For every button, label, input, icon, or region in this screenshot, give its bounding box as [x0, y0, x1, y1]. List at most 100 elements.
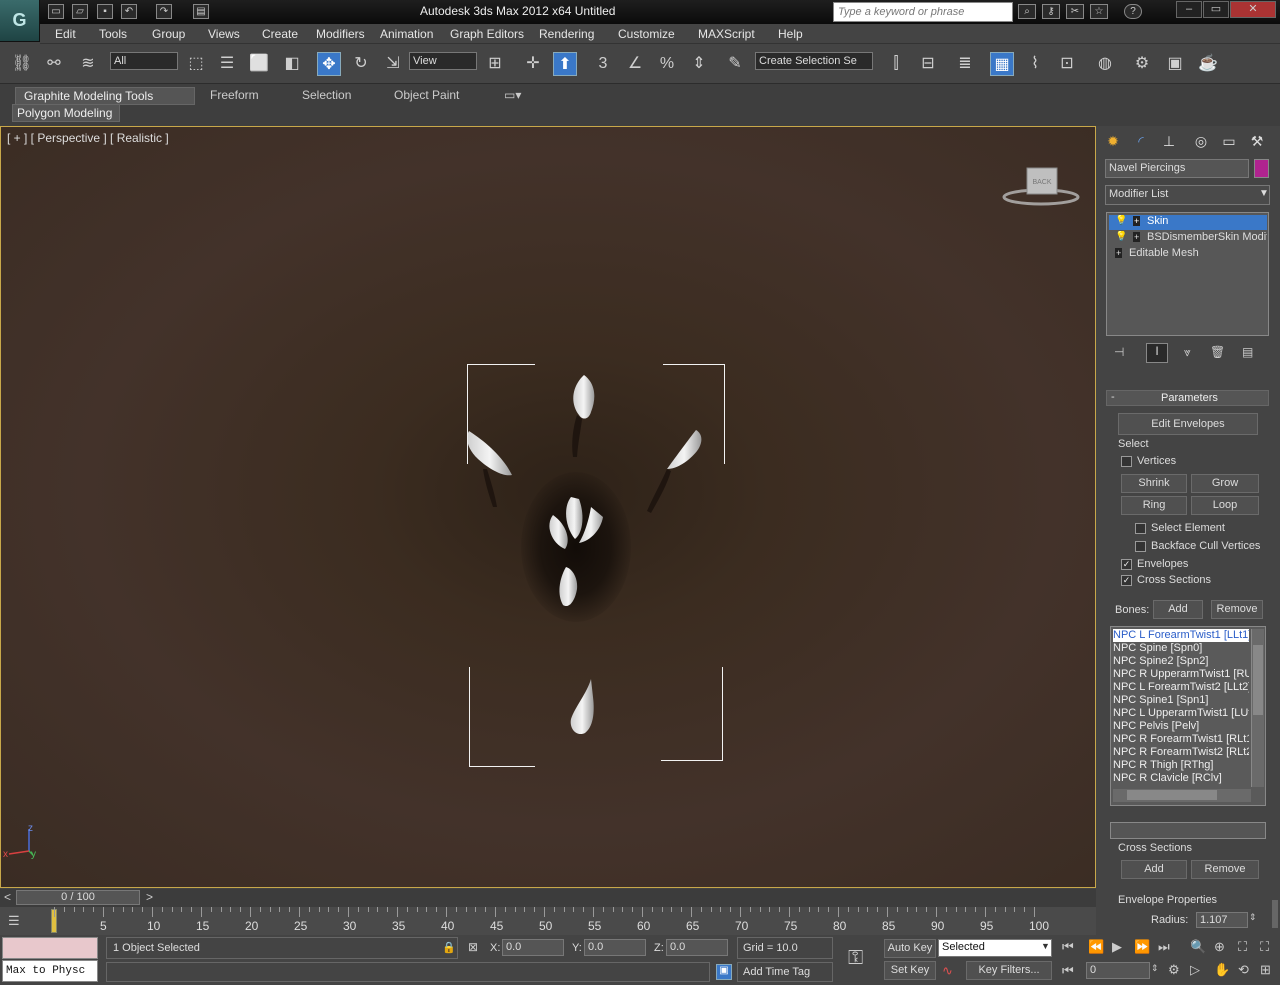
angle-snap-icon[interactable]: ∠	[623, 52, 647, 76]
percent-snap-icon[interactable]: %	[655, 52, 679, 76]
modify-tab-icon[interactable]: ◜	[1130, 130, 1152, 152]
next-frame-icon[interactable]: ⏩	[1134, 939, 1150, 955]
time-configuration-icon[interactable]: ⚙	[1168, 962, 1180, 978]
object-name-field[interactable]: Navel Piercings	[1105, 159, 1249, 178]
link-icon[interactable]: ⛓	[10, 52, 34, 76]
object-color-swatch[interactable]	[1254, 159, 1269, 178]
set-key-button[interactable]: Set Key	[884, 961, 936, 980]
manipulate-icon[interactable]: ✛	[521, 52, 545, 76]
z-coordinate-field[interactable]: 0.0	[666, 939, 728, 956]
bone-item[interactable]: NPC Pelvis [Pelv]	[1113, 720, 1249, 733]
graphite-toggle-icon[interactable]: ▦	[990, 52, 1014, 76]
x-coordinate-field[interactable]: 0.0	[502, 939, 564, 956]
key-filters-button[interactable]: Key Filters...	[966, 961, 1052, 980]
bone-item[interactable]: NPC R UpperarmTwist1 [RUt1]	[1113, 668, 1249, 681]
menu-graph-editors[interactable]: Graph Editors	[450, 27, 524, 41]
render-production-icon[interactable]: ☕	[1196, 52, 1220, 76]
key-mode-dropdown[interactable]: Selected	[938, 939, 1052, 957]
cross-section-field[interactable]	[1110, 822, 1266, 839]
parameters-rollout-header[interactable]: - Parameters	[1106, 390, 1269, 406]
bone-item[interactable]: NPC L ForearmTwist2 [LLt2]	[1113, 681, 1249, 694]
cross-section-remove-button[interactable]: Remove	[1191, 860, 1259, 879]
favorites-icon[interactable]: ☆	[1090, 4, 1108, 19]
backface-cull-checkbox[interactable]	[1135, 541, 1146, 552]
select-element-checkbox[interactable]	[1135, 523, 1146, 534]
go-to-end-icon[interactable]: ⏭	[1158, 939, 1170, 955]
chevron-down-icon[interactable]: ▼	[1259, 188, 1269, 199]
modifier-stack[interactable]: 💡 + Skin 💡 + BSDismemberSkin Modifier + …	[1106, 212, 1269, 336]
ring-button[interactable]: Ring	[1121, 496, 1187, 515]
selection-filter-dropdown[interactable]: All	[110, 52, 178, 70]
track-bar[interactable]: ☰ 5 10 15 20 25 30 35 40 45 50 55 60 65 …	[0, 907, 1096, 935]
save-icon[interactable]: ▪	[97, 4, 113, 19]
go-to-start-icon[interactable]: ⏮	[1062, 939, 1074, 955]
modifier-list-dropdown[interactable]: Modifier List	[1105, 185, 1270, 205]
bone-item[interactable]: NPC Spine [Spn0]	[1113, 642, 1249, 655]
perspective-viewport[interactable]: [ + ] [ Perspective ] [ Realistic ] BACK	[0, 126, 1096, 888]
layer-manager-icon[interactable]: ≣	[953, 52, 977, 76]
menu-modifiers[interactable]: Modifiers	[316, 27, 365, 41]
add-bone-button[interactable]: Add	[1153, 600, 1203, 619]
communication-icon[interactable]: ✂	[1066, 4, 1084, 19]
scrollbar-thumb[interactable]	[1253, 645, 1263, 715]
expand-icon[interactable]: +	[1133, 232, 1141, 242]
show-end-result-icon[interactable]: I	[1146, 343, 1168, 363]
select-by-name-icon[interactable]: ☰	[215, 52, 239, 76]
absolute-mode-icon[interactable]: ⊠	[468, 940, 478, 954]
zoom-icon[interactable]: 🔍	[1190, 939, 1206, 955]
new-icon[interactable]: ▭	[48, 4, 64, 19]
bone-item[interactable]: NPC Spine1 [Spn1]	[1113, 694, 1249, 707]
remove-bone-button[interactable]: Remove	[1211, 600, 1263, 619]
close-button[interactable]: ✕	[1230, 1, 1276, 18]
menu-customize[interactable]: Customize	[618, 27, 675, 41]
create-tab-icon[interactable]: ✹	[1102, 130, 1124, 152]
key-icon[interactable]: ⚿	[848, 947, 863, 970]
menu-rendering[interactable]: Rendering	[539, 27, 594, 41]
next-frame-icon[interactable]: >	[146, 890, 153, 904]
configure-modifier-sets-icon[interactable]: ▤	[1242, 345, 1262, 359]
previous-frame-icon[interactable]: ⏪	[1088, 939, 1104, 955]
loop-button[interactable]: Loop	[1191, 496, 1259, 515]
render-setup-icon[interactable]: ⚙	[1130, 52, 1154, 76]
tab-selection[interactable]: Selection	[294, 87, 359, 105]
bone-item[interactable]: NPC L ForearmTwist1 [LLt1]	[1113, 629, 1249, 642]
lock-selection-icon[interactable]: 🔒	[442, 941, 456, 954]
scrollbar-thumb[interactable]	[1127, 790, 1217, 800]
menu-group[interactable]: Group	[152, 27, 185, 41]
menu-edit[interactable]: Edit	[55, 27, 76, 41]
select-object-icon[interactable]: ⬚	[184, 52, 208, 76]
play-icon[interactable]: ▶	[1112, 939, 1122, 955]
lightbulb-icon[interactable]: 💡	[1115, 215, 1127, 226]
menu-tools[interactable]: Tools	[99, 27, 127, 41]
window-crossing-icon[interactable]: ◧	[280, 52, 304, 76]
time-slider-thumb[interactable]: 0 / 100	[16, 890, 140, 905]
spinner-snap-icon[interactable]: ⇕	[687, 52, 711, 76]
field-of-view-icon[interactable]: ▷	[1190, 962, 1200, 978]
time-slider[interactable]: < 0 / 100 >	[0, 889, 1096, 907]
bone-item[interactable]: NPC Spine2 [Spn2]	[1113, 655, 1249, 668]
maxscript-listener-pink[interactable]	[2, 937, 98, 959]
open-icon[interactable]: ▱	[72, 4, 88, 19]
utilities-tab-icon[interactable]: ⚒	[1246, 130, 1268, 152]
grow-button[interactable]: Grow	[1191, 474, 1259, 493]
maximize-viewport-icon[interactable]: ⊞	[1260, 962, 1271, 978]
maxscript-listener-input[interactable]: Max to Physc	[2, 960, 98, 982]
curve-editor-icon[interactable]: ⌇	[1023, 52, 1047, 76]
project-folder-icon[interactable]: ▤	[193, 4, 209, 19]
vertices-checkbox[interactable]	[1121, 456, 1132, 467]
remove-modifier-icon[interactable]: 🗑	[1210, 345, 1230, 359]
menu-help[interactable]: Help	[778, 27, 803, 41]
stack-item-bsdismemberskin[interactable]: 💡 + BSDismemberSkin Modifier	[1109, 231, 1267, 246]
minimize-button[interactable]: –	[1176, 1, 1202, 18]
schematic-view-icon[interactable]: ⊡	[1055, 52, 1079, 76]
zoom-extents-icon[interactable]: ⛶	[1238, 939, 1247, 955]
rectangular-selection-icon[interactable]: ⬜	[247, 52, 271, 76]
pin-stack-icon[interactable]: ⊣	[1114, 345, 1134, 361]
unlink-icon[interactable]: ⚯	[42, 52, 66, 76]
help-icon[interactable]: ?	[1124, 4, 1142, 19]
bone-item[interactable]: NPC R Thigh [RThg]	[1113, 759, 1249, 772]
bind-space-warp-icon[interactable]: ≋	[76, 52, 100, 76]
motion-tab-icon[interactable]: ◎	[1190, 130, 1212, 152]
envelopes-checkbox[interactable]: ✓	[1121, 559, 1132, 570]
tab-object-paint[interactable]: Object Paint	[386, 87, 467, 105]
